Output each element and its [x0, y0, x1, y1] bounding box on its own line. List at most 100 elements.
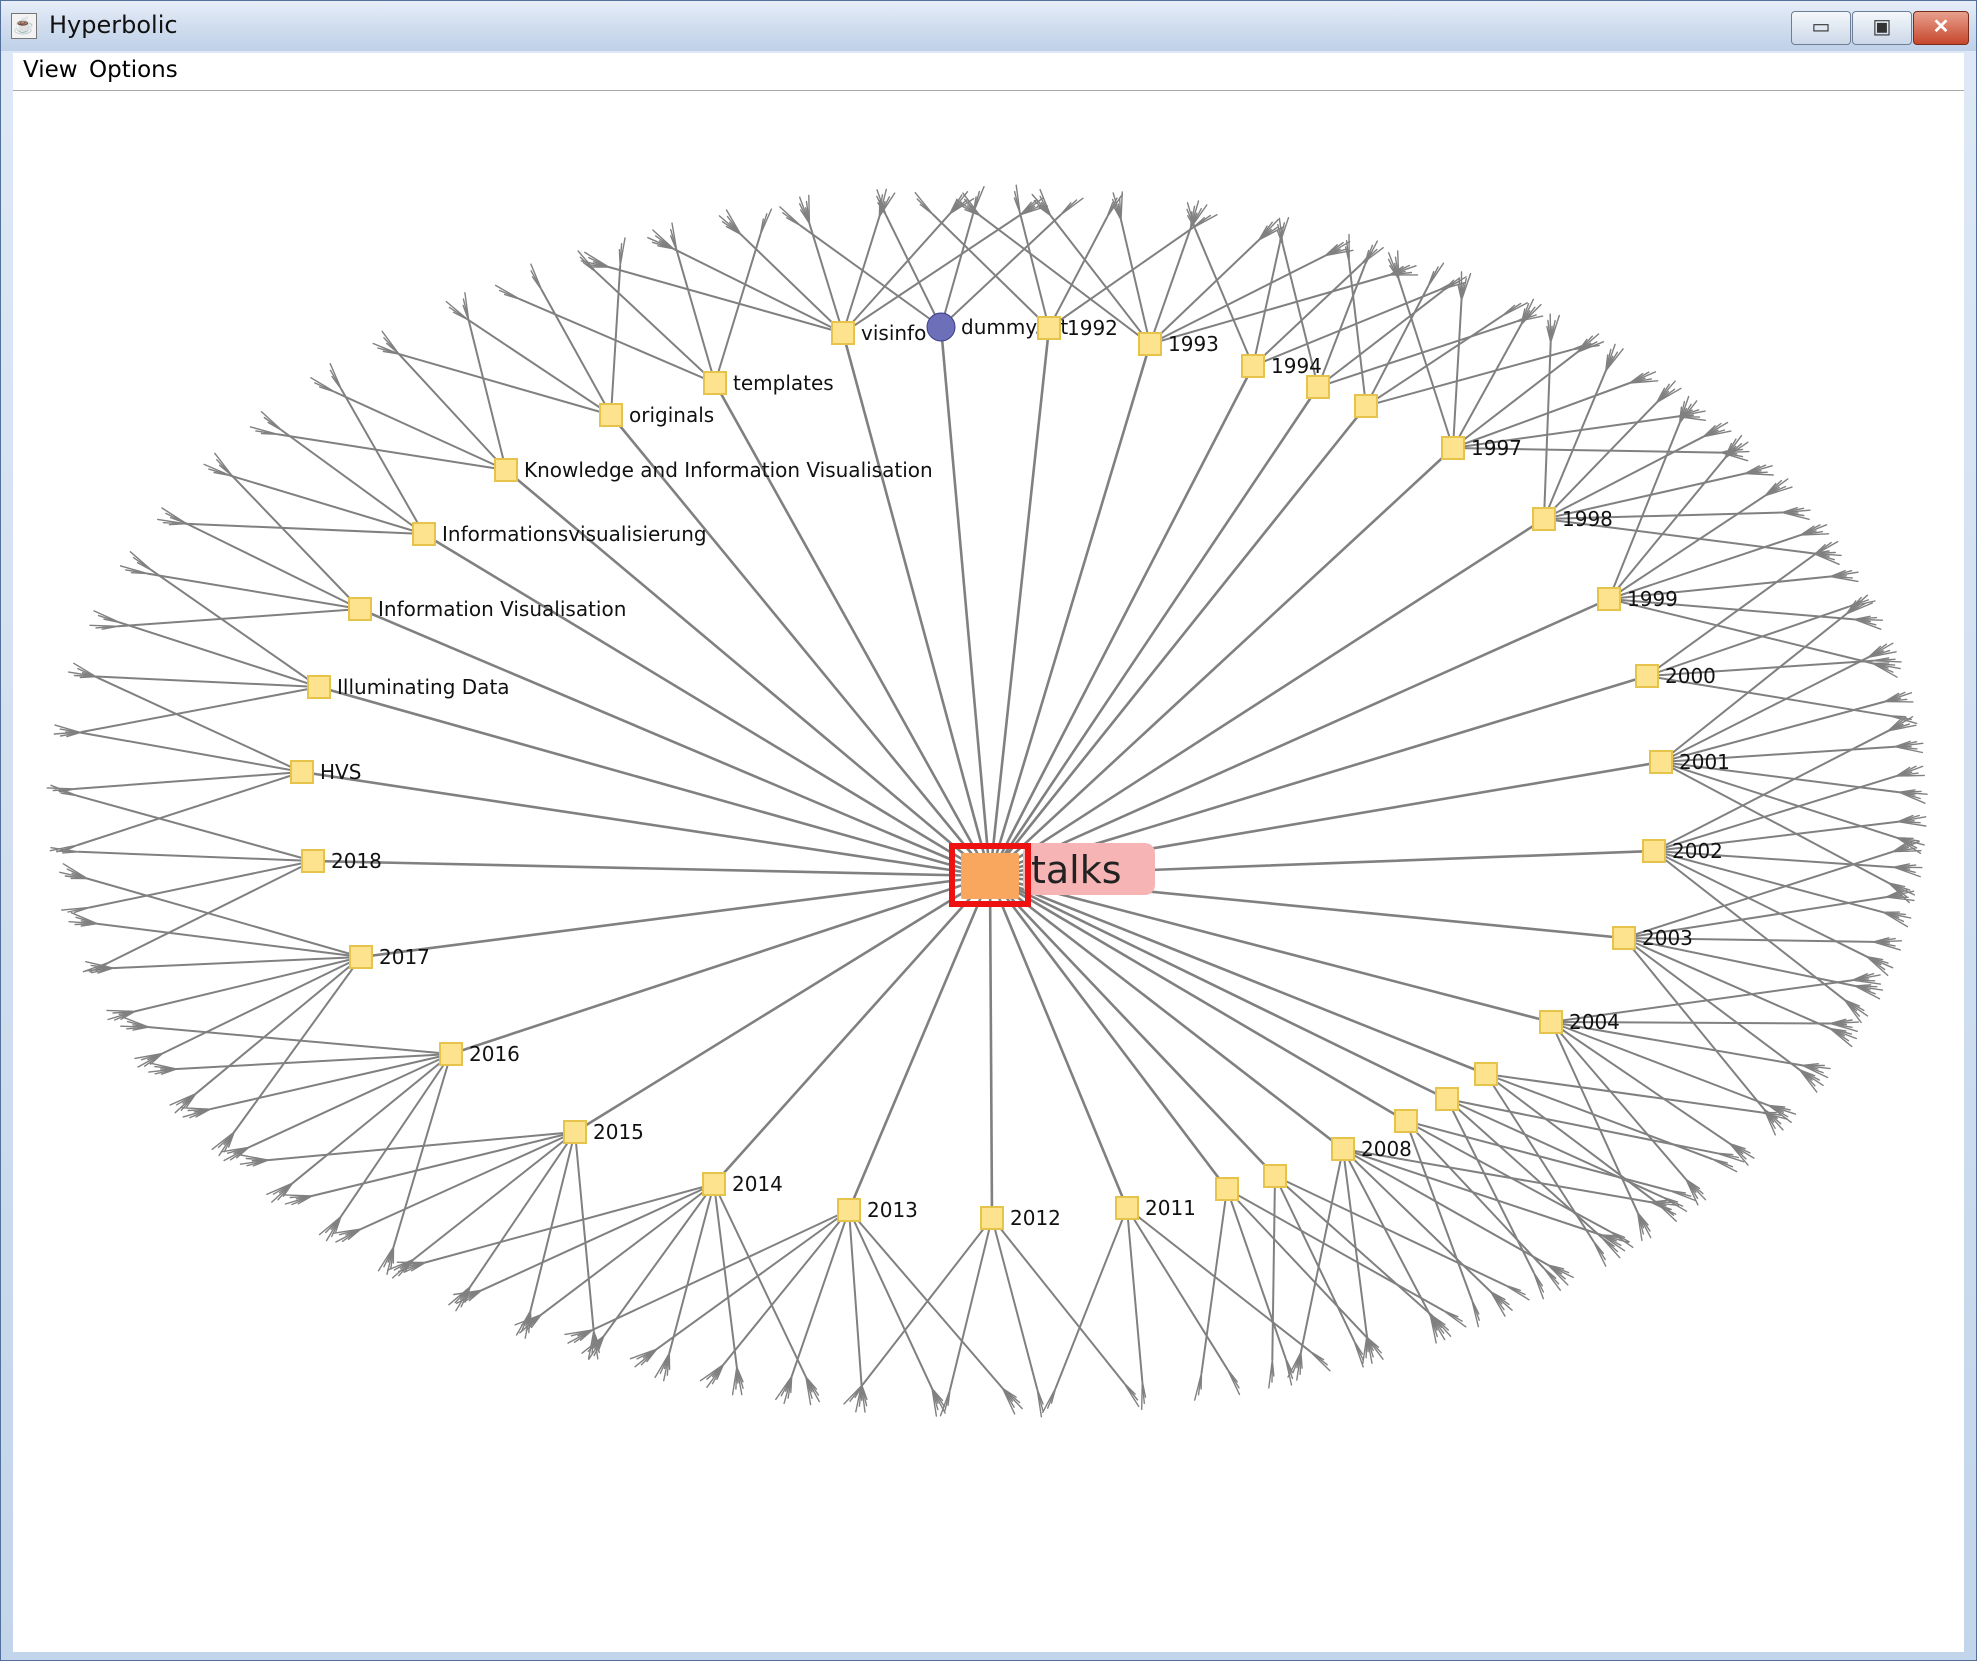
folder-icon	[349, 945, 373, 969]
tree-node[interactable]	[1215, 1177, 1239, 1201]
tree-node[interactable]: 2017	[349, 945, 430, 969]
folder-icon	[1597, 587, 1621, 611]
tree-node-label: Informationsvisualisierung	[442, 522, 707, 546]
tree-node-label: 2000	[1665, 664, 1716, 688]
tree-node[interactable]: HVS	[290, 760, 361, 784]
folder-icon	[1215, 1177, 1239, 1201]
tree-node-label: 1992	[1067, 316, 1118, 340]
folder-icon	[1532, 507, 1556, 531]
tree-node-label: visinfo	[861, 321, 926, 345]
menu-view[interactable]: View	[23, 57, 78, 83]
maximize-button[interactable]: ▣	[1852, 11, 1912, 45]
tree-node-label: 1999	[1627, 587, 1678, 611]
tree-node-label: 2011	[1145, 1196, 1196, 1220]
hyperbolic-tree-view[interactable]: visinfo dummy.txt199219931994199719981999…	[13, 91, 1964, 1652]
tree-node-label: originals	[629, 403, 714, 427]
tree-node-label: 2016	[469, 1042, 520, 1066]
tree-node[interactable]: 1994	[1241, 354, 1322, 378]
hyperbolic-tree-canvas[interactable]: visinfo dummy.txt 1992 1993 1994 1997 1998 1999…	[13, 91, 1964, 1652]
tree-node[interactable]	[1306, 375, 1330, 399]
tree-node[interactable]: Informationsvisualisierung	[412, 522, 707, 546]
tree-node[interactable]: 2002	[1642, 839, 1723, 863]
folder-icon	[307, 675, 331, 699]
folder-icon	[1539, 1010, 1563, 1034]
tree-node[interactable]	[1474, 1062, 1498, 1086]
tree-node[interactable]: visinfo	[831, 321, 926, 345]
folder-icon	[1306, 375, 1330, 399]
folder-icon	[1138, 332, 1162, 356]
folder-icon	[1642, 839, 1666, 863]
tree-node[interactable]: 2004	[1539, 1010, 1620, 1034]
tree-node[interactable]: 1997	[1441, 436, 1522, 460]
menu-options[interactable]: Options	[89, 57, 178, 83]
tree-node-label: templates	[733, 371, 834, 395]
tree-node[interactable]: 2008	[1331, 1137, 1412, 1161]
tree-node[interactable]: 2001	[1649, 750, 1730, 774]
tree-node[interactable]: 2000	[1635, 664, 1716, 688]
folder-icon	[1435, 1087, 1459, 1111]
tree-node[interactable]: Knowledge and Information Visualisation	[494, 458, 933, 482]
tree-node[interactable]: 2015	[563, 1120, 644, 1144]
folder-icon	[1474, 1062, 1498, 1086]
tree-node[interactable]: 2014	[702, 1172, 783, 1196]
folder-icon	[301, 849, 325, 873]
tree-node-label: 2018	[331, 849, 382, 873]
tree-node[interactable]: 2013	[837, 1198, 918, 1222]
tree-nodes[interactable]: visinfo dummy.txt199219931994199719981999…	[290, 312, 1730, 1230]
folder-icon	[980, 1206, 1004, 1230]
tree-node[interactable]: 1999	[1597, 587, 1678, 611]
tree-node[interactable]	[1263, 1164, 1287, 1188]
tree-node-label: Knowledge and Information Visualisation	[524, 458, 933, 482]
folder-icon	[1354, 394, 1378, 418]
tree-node[interactable]: originals	[599, 403, 714, 427]
tree-node[interactable]: 2012	[980, 1206, 1061, 1230]
tree-node-label: 2003	[1642, 926, 1693, 950]
tree-node[interactable]: 2018	[301, 849, 382, 873]
tree-node-label: 2002	[1672, 839, 1723, 863]
folder-icon	[290, 760, 314, 784]
tree-node[interactable]	[1354, 394, 1378, 418]
tree-node-label: HVS	[320, 760, 361, 784]
folder-icon	[494, 458, 518, 482]
tree-node-label: 1993	[1168, 332, 1219, 356]
folder-icon	[348, 597, 372, 621]
folder-icon	[1241, 354, 1265, 378]
folder-icon	[1635, 664, 1659, 688]
folder-icon	[1263, 1164, 1287, 1188]
tree-node-label: 2014	[732, 1172, 783, 1196]
tree-node[interactable]: 1992	[1037, 316, 1118, 340]
tree-node-label: 2015	[593, 1120, 644, 1144]
java-cup-icon: ☕	[11, 13, 37, 39]
tree-node[interactable]: templates	[703, 371, 834, 395]
tree-node[interactable]: Information Visualisation	[348, 597, 626, 621]
tree-node-label: 2008	[1361, 1137, 1412, 1161]
tree-node[interactable]	[1394, 1109, 1418, 1133]
tree-node[interactable]: 1993	[1138, 332, 1219, 356]
tree-node-label: 2017	[379, 945, 430, 969]
tree-node-label: Information Visualisation	[378, 597, 626, 621]
folder-icon	[1394, 1109, 1418, 1133]
tree-node[interactable]	[1435, 1087, 1459, 1111]
tree-node[interactable]: 2011	[1115, 1196, 1196, 1220]
root-label: talks	[1031, 848, 1122, 892]
minimize-button[interactable]: ▭	[1791, 11, 1851, 45]
folder-icon	[1115, 1196, 1139, 1220]
close-button[interactable]: ✕	[1913, 11, 1969, 45]
eclipse-file-icon	[926, 312, 956, 342]
folder-icon	[703, 371, 727, 395]
tree-node[interactable]: 2016	[439, 1042, 520, 1066]
folder-icon	[1441, 436, 1465, 460]
folder-icon	[831, 321, 855, 345]
title-bar[interactable]: ☕ Hyperbolic ▭ ▣ ✕	[1, 1, 1976, 51]
folder-icon	[1649, 750, 1673, 774]
tree-node-label: 1994	[1271, 354, 1322, 378]
tree-node[interactable]: Illuminating Data	[307, 675, 510, 699]
menu-bar: View Options	[13, 53, 1964, 91]
root-folder-icon	[961, 853, 1019, 899]
tree-node[interactable]: 2003	[1612, 926, 1693, 950]
tree-node-label: Illuminating Data	[337, 675, 510, 699]
tree-edges	[46, 184, 1928, 1418]
folder-icon	[563, 1120, 587, 1144]
tree-node[interactable]: 1998	[1532, 507, 1613, 531]
tree-node-label: 2013	[867, 1198, 918, 1222]
